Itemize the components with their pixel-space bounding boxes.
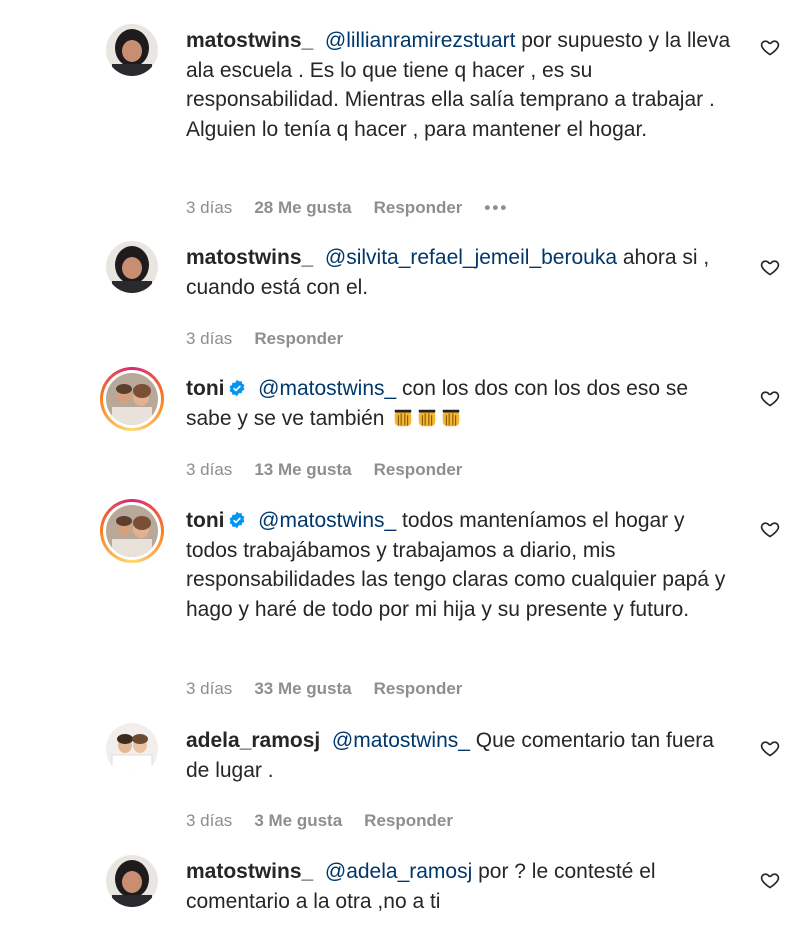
reply-button[interactable]: Responder bbox=[364, 811, 453, 831]
comment-mention[interactable]: @adela_ramosj bbox=[325, 860, 472, 883]
comment-username[interactable]: toni bbox=[186, 377, 224, 400]
comment-likes[interactable]: 13 Me gusta bbox=[254, 460, 351, 480]
heart-icon[interactable] bbox=[760, 519, 780, 539]
more-options-icon[interactable]: ••• bbox=[484, 198, 508, 218]
comment-mention[interactable]: @matostwins_ bbox=[332, 729, 470, 752]
comment-text: matostwins_ @silvita_refael_jemeil_berou… bbox=[186, 243, 736, 302]
reply-button[interactable]: Responder bbox=[374, 198, 463, 218]
avatar-image bbox=[106, 241, 158, 293]
comment-mention[interactable]: @matostwins_ bbox=[258, 509, 396, 532]
avatar-image bbox=[106, 505, 158, 557]
verified-badge-icon bbox=[230, 379, 245, 397]
comment-likes[interactable]: 33 Me gusta bbox=[254, 679, 351, 699]
avatar[interactable] bbox=[106, 855, 158, 907]
comments-list: matostwins_ @lillianramirezstuart por su… bbox=[0, 0, 800, 943]
comment-time[interactable]: 3 días bbox=[186, 679, 232, 699]
comment-text: toni @matostwins_ con los dos con los do… bbox=[186, 374, 736, 433]
reply-button[interactable]: Responder bbox=[254, 329, 343, 349]
praising-hands-emoji-icon bbox=[443, 409, 460, 426]
avatar[interactable] bbox=[106, 241, 158, 293]
comment-meta: 3 días 3 Me gusta Responder bbox=[186, 811, 453, 831]
comment-time[interactable]: 3 días bbox=[186, 329, 232, 349]
reply-button[interactable]: Responder bbox=[374, 679, 463, 699]
heart-icon[interactable] bbox=[760, 738, 780, 758]
comment-username[interactable]: matostwins_ bbox=[186, 29, 313, 52]
comment-text: matostwins_ @lillianramirezstuart por su… bbox=[186, 26, 736, 144]
story-ring-avatar[interactable] bbox=[100, 499, 164, 563]
comment-time[interactable]: 3 días bbox=[186, 460, 232, 480]
comment-text: toni @matostwins_ todos manteníamos el h… bbox=[186, 506, 736, 624]
avatar-image bbox=[106, 855, 158, 907]
comment-text: matostwins_ @adela_ramosj por ? le conte… bbox=[186, 857, 736, 916]
comment-likes[interactable]: 3 Me gusta bbox=[254, 811, 342, 831]
heart-icon[interactable] bbox=[760, 257, 780, 277]
comment-username[interactable]: toni bbox=[186, 509, 224, 532]
heart-icon[interactable] bbox=[760, 37, 780, 57]
comment-username[interactable]: adela_ramosj bbox=[186, 729, 320, 752]
comment-username[interactable]: matostwins_ bbox=[186, 860, 313, 883]
avatar[interactable] bbox=[106, 723, 158, 775]
comment-mention[interactable]: @lillianramirezstuart bbox=[325, 29, 516, 52]
praising-hands-emoji-icon bbox=[395, 409, 412, 426]
comment-likes[interactable]: 28 Me gusta bbox=[254, 198, 351, 218]
avatar-image bbox=[106, 723, 158, 775]
verified-badge-icon bbox=[230, 511, 245, 529]
comment-username[interactable]: matostwins_ bbox=[186, 246, 313, 269]
comment-time[interactable]: 3 días bbox=[186, 811, 232, 831]
story-ring-avatar[interactable] bbox=[100, 367, 164, 431]
avatar-image bbox=[106, 24, 158, 76]
comment-text: adela_ramosj @matostwins_ Que comentario… bbox=[186, 726, 736, 785]
reply-button[interactable]: Responder bbox=[374, 460, 463, 480]
heart-icon[interactable] bbox=[760, 870, 780, 890]
praising-hands-emoji-icon bbox=[419, 409, 436, 426]
comment-meta: 3 días 33 Me gusta Responder bbox=[186, 679, 462, 699]
avatar-image bbox=[106, 373, 158, 425]
comment-mention[interactable]: @silvita_refael_jemeil_berouka bbox=[325, 246, 617, 269]
comment-meta: 3 días Responder bbox=[186, 329, 343, 349]
heart-icon[interactable] bbox=[760, 388, 780, 408]
comment-meta: 3 días 13 Me gusta Responder bbox=[186, 460, 462, 480]
comment-meta: 3 días 28 Me gusta Responder ••• bbox=[186, 198, 508, 218]
comment-time[interactable]: 3 días bbox=[186, 198, 232, 218]
comment-mention[interactable]: @matostwins_ bbox=[258, 377, 396, 400]
avatar[interactable] bbox=[106, 24, 158, 76]
